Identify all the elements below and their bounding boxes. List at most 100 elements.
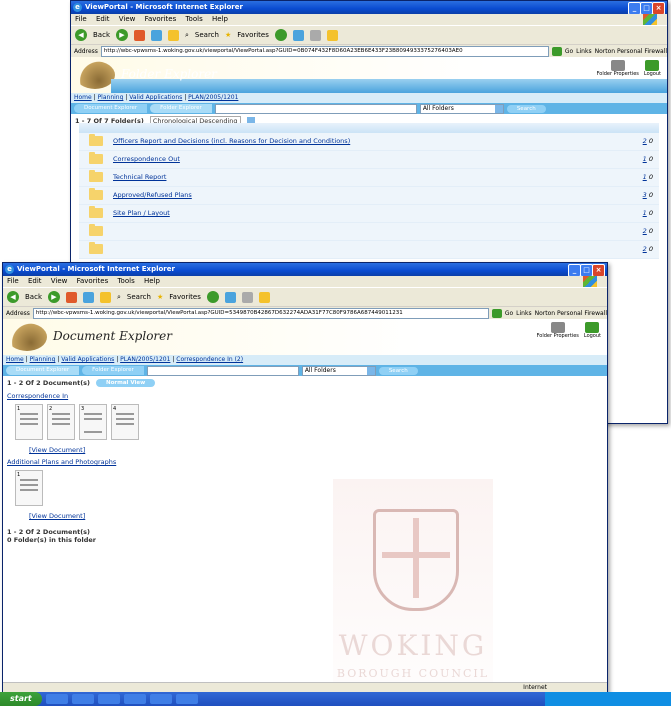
- search-input[interactable]: [146, 365, 299, 376]
- taskbar-item[interactable]: [97, 694, 120, 704]
- folder-link[interactable]: Site Plan / Layout: [113, 209, 170, 217]
- count-link[interactable]: 3: [643, 191, 647, 199]
- folder-link[interactable]: Correspondence Out: [113, 155, 180, 163]
- address-input[interactable]: http://wbc-vpwsms-1.woking.gov.uk/viewpo…: [100, 45, 549, 57]
- list-item[interactable]: Officers Report and Decisions (incl. Rea…: [79, 133, 659, 151]
- page-thumbnail[interactable]: 4: [111, 404, 139, 440]
- list-item[interactable]: Technical Report 1 0: [79, 169, 659, 187]
- folder-link[interactable]: Approved/Refused Plans: [113, 191, 192, 199]
- page-thumbnail[interactable]: 2: [47, 404, 75, 440]
- menu-favorites[interactable]: Favorites: [145, 15, 177, 23]
- breadcrumb-valid-applications[interactable]: Valid Applications: [61, 356, 114, 363]
- taskbar-item[interactable]: [175, 694, 198, 704]
- breadcrumb-home[interactable]: Home: [6, 356, 24, 363]
- norton-label[interactable]: Norton Personal Firewall: [595, 48, 667, 55]
- tab-folder-explorer[interactable]: Folder Explorer: [150, 104, 212, 113]
- media-icon[interactable]: [274, 29, 287, 41]
- forward-arrow-icon[interactable]: ▶: [48, 291, 60, 303]
- list-item[interactable]: 2 0: [79, 241, 659, 259]
- home-icon[interactable]: [168, 29, 179, 41]
- breadcrumb-planning[interactable]: Planning: [98, 94, 124, 101]
- search-label[interactable]: Search: [127, 293, 151, 301]
- stop-icon[interactable]: [66, 291, 77, 303]
- links-label[interactable]: Links: [576, 48, 591, 55]
- folder-icon[interactable]: [326, 29, 338, 41]
- view-document-link[interactable]: [View Document]: [29, 446, 603, 454]
- print-icon[interactable]: [309, 29, 321, 41]
- list-item[interactable]: Correspondence Out 1 0: [79, 151, 659, 169]
- media-icon[interactable]: [206, 291, 219, 303]
- breadcrumb-correspondence-in[interactable]: Correspondence In (2): [176, 356, 243, 363]
- favorites-star-icon[interactable]: ★: [225, 31, 231, 39]
- address-input[interactable]: http://wbc-vpwsms-1.woking.gov.uk/viewpo…: [32, 307, 489, 319]
- page-thumbnail[interactable]: 1: [15, 404, 43, 440]
- search-button[interactable]: Search: [506, 104, 546, 113]
- taskbar-item[interactable]: [123, 694, 146, 704]
- folder-properties-button[interactable]: Folder Properties: [597, 60, 639, 77]
- folder-properties-button[interactable]: Folder Properties: [537, 322, 579, 339]
- taskbar-item[interactable]: [71, 694, 94, 704]
- page-thumbnail[interactable]: 3: [79, 404, 107, 440]
- breadcrumb-planning[interactable]: Planning: [30, 356, 56, 363]
- forward-arrow-icon[interactable]: ▶: [116, 29, 128, 41]
- go-label[interactable]: Go: [565, 48, 573, 55]
- stop-icon[interactable]: [134, 29, 145, 41]
- print-icon[interactable]: [241, 291, 253, 303]
- section-title-link[interactable]: Correspondence In: [7, 392, 68, 400]
- list-item[interactable]: Approved/Refused Plans 3 0: [79, 187, 659, 205]
- search-button[interactable]: Search: [378, 366, 418, 375]
- tab-document-explorer[interactable]: Document Explorer: [6, 366, 80, 375]
- count-link[interactable]: 2: [643, 245, 647, 253]
- tab-document-explorer[interactable]: Document Explorer: [74, 104, 148, 113]
- section-title-link[interactable]: Additional Plans and Photographs: [7, 458, 116, 466]
- logout-button[interactable]: Logout: [644, 60, 661, 77]
- breadcrumb-home[interactable]: Home: [74, 94, 92, 101]
- breadcrumb-plan[interactable]: PLAN/2005/1201: [120, 356, 170, 363]
- menu-tools[interactable]: Tools: [185, 15, 202, 23]
- home-icon[interactable]: [100, 291, 111, 303]
- back-label[interactable]: Back: [25, 293, 42, 301]
- breadcrumb-valid-applications[interactable]: Valid Applications: [129, 94, 182, 101]
- search-icon[interactable]: ⌕: [185, 31, 189, 40]
- go-icon[interactable]: [491, 308, 502, 318]
- search-input[interactable]: [214, 103, 417, 114]
- menu-tools[interactable]: Tools: [117, 277, 134, 285]
- taskbar-item[interactable]: [45, 694, 68, 704]
- menu-help[interactable]: Help: [144, 277, 160, 285]
- menu-edit[interactable]: Edit: [28, 277, 42, 285]
- folder-select[interactable]: All Folders: [419, 103, 504, 114]
- tab-folder-explorer[interactable]: Folder Explorer: [82, 366, 144, 375]
- favorites-star-icon[interactable]: ★: [157, 293, 163, 301]
- history-icon[interactable]: [224, 291, 236, 303]
- breadcrumb-plan[interactable]: PLAN/2005/1201: [188, 94, 238, 101]
- favorites-label[interactable]: Favorites: [237, 31, 269, 39]
- search-icon[interactable]: ⌕: [117, 293, 121, 302]
- menu-file[interactable]: File: [7, 277, 19, 285]
- view-document-link[interactable]: [View Document]: [29, 512, 603, 520]
- list-item[interactable]: Site Plan / Layout 1 0: [79, 205, 659, 223]
- menu-view[interactable]: View: [119, 15, 136, 23]
- title-bar[interactable]: e ViewPortal - Microsoft Internet Explor…: [3, 263, 607, 277]
- go-icon[interactable]: [551, 46, 562, 56]
- links-label[interactable]: Links: [516, 310, 531, 317]
- menu-edit[interactable]: Edit: [96, 15, 110, 23]
- start-button[interactable]: start: [0, 692, 42, 706]
- back-arrow-icon[interactable]: ◀: [7, 291, 19, 303]
- title-bar[interactable]: e ViewPortal - Microsoft Internet Explor…: [71, 1, 667, 15]
- logout-button[interactable]: Logout: [584, 322, 601, 339]
- refresh-icon[interactable]: [83, 291, 94, 303]
- folder-select[interactable]: All Folders: [301, 365, 376, 376]
- history-icon[interactable]: [292, 29, 304, 41]
- refresh-icon[interactable]: [151, 29, 162, 41]
- system-tray[interactable]: [545, 692, 671, 706]
- folder-link[interactable]: Technical Report: [113, 173, 166, 181]
- menu-favorites[interactable]: Favorites: [77, 277, 109, 285]
- menu-file[interactable]: File: [75, 15, 87, 23]
- count-link[interactable]: 1: [643, 155, 647, 163]
- go-label[interactable]: Go: [505, 310, 513, 317]
- page-thumbnail[interactable]: 1: [15, 470, 43, 506]
- back-label[interactable]: Back: [93, 31, 110, 39]
- folder-icon[interactable]: [258, 291, 270, 303]
- count-link[interactable]: 2: [643, 137, 647, 145]
- menu-help[interactable]: Help: [212, 15, 228, 23]
